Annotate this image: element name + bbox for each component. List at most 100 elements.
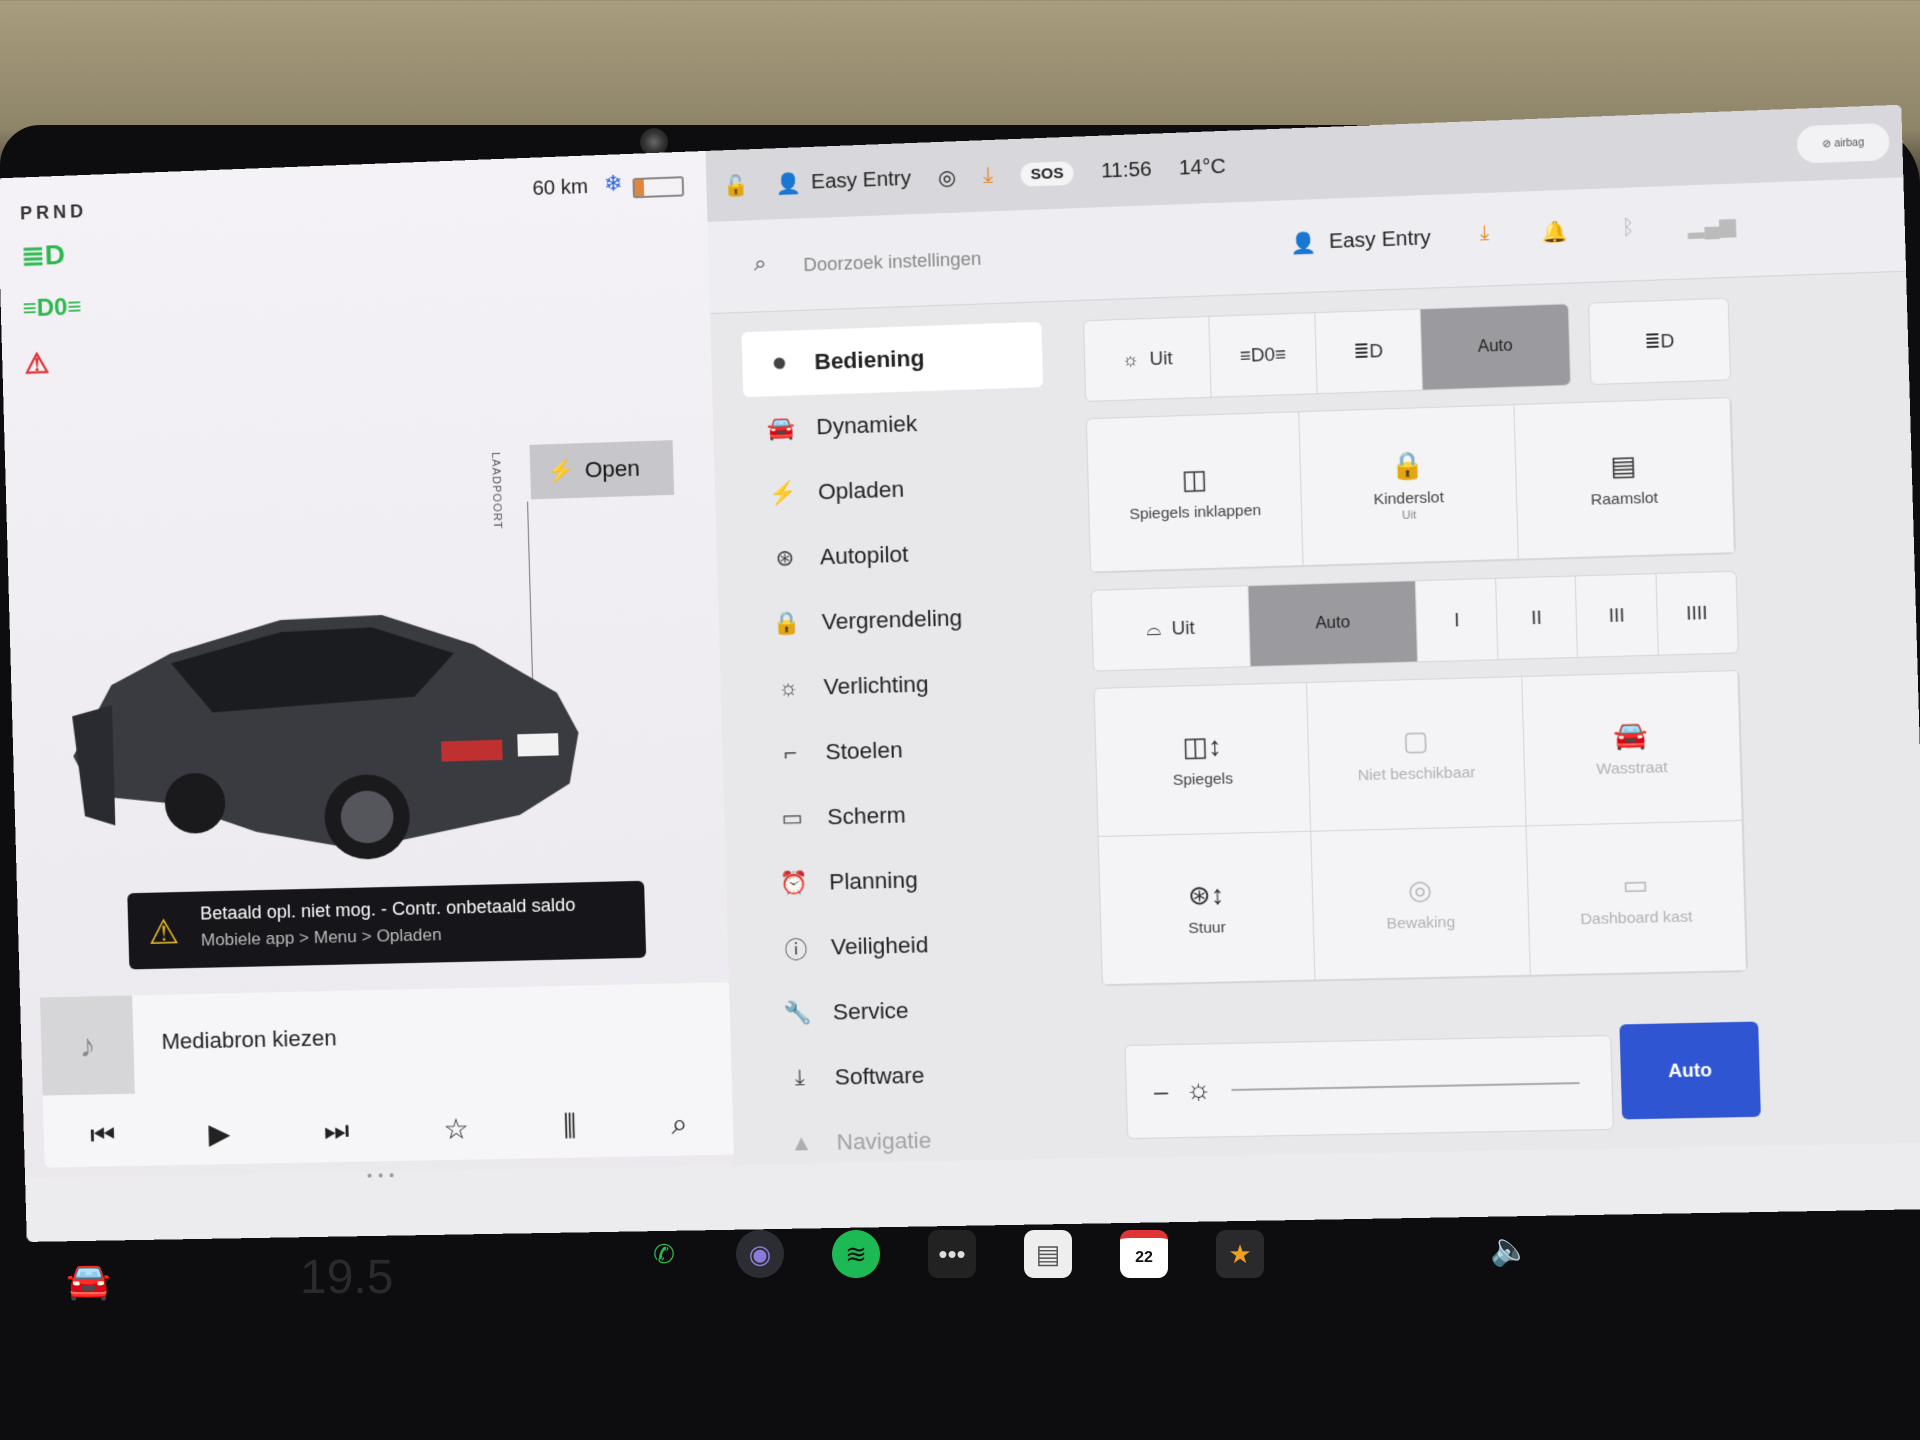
brightness-track[interactable] [1231, 1082, 1580, 1092]
toybox-icon[interactable]: ★ [1216, 1230, 1264, 1278]
profile-button[interactable]: 👤 Easy Entry [1290, 226, 1431, 257]
unlock-icon[interactable]: 🔓 [723, 172, 749, 198]
mirror-icon: ◫ [1180, 462, 1208, 495]
profile-name: Easy Entry [810, 166, 912, 194]
sentry-icon: ◎ [1407, 874, 1433, 906]
steering-wheel-icon: ⊛ [775, 544, 795, 571]
alert-title: Betaald opl. niet mog. - Contr. onbetaal… [199, 894, 576, 924]
car-wash-button[interactable]: 🚘 Wasstraat [1521, 671, 1743, 827]
phone-icon[interactable]: ✆ [640, 1230, 688, 1278]
energy-app-icon[interactable]: ▤ [1024, 1230, 1072, 1278]
auto-high-beam-button[interactable]: ≣D [1587, 297, 1732, 386]
bell-icon[interactable]: 🔔 [1542, 219, 1569, 246]
download-icon[interactable]: ⤓ [1480, 222, 1490, 248]
menu-item-bediening[interactable]: ⏺ Bediening [741, 321, 1044, 398]
lights-off-option[interactable]: ☼ Uit [1084, 316, 1212, 401]
alarm-clock-icon: ⏰ [779, 869, 809, 896]
person-icon: 👤 [774, 172, 802, 196]
wrench-icon: 🔧 [783, 999, 813, 1026]
menu-item-vergrendeling[interactable]: 🔒 Vergrendeling [749, 583, 1051, 657]
brightness-slider[interactable]: – ☼ [1124, 1034, 1614, 1140]
seatbelt-warning-icon: ⚠ [23, 347, 50, 380]
low-beam-option[interactable]: ≣D [1314, 309, 1423, 394]
window-lock-button[interactable]: ▤ Raamslot [1514, 397, 1735, 560]
gear-selector[interactable]: PRND [20, 201, 88, 225]
menu-item-dynamiek[interactable]: 🚘 Dynamiek [743, 387, 1045, 462]
next-track-icon[interactable]: ⏭ [323, 1114, 349, 1148]
menu-item-verlichting[interactable]: ☼ Verlichting [751, 648, 1053, 722]
volume-icon[interactable]: 🔈 [1490, 1230, 1530, 1268]
lights-auto-option[interactable]: Auto [1420, 304, 1571, 390]
display-icon: ▭ [781, 804, 804, 831]
previous-track-icon[interactable]: ⏮ [90, 1119, 116, 1153]
clock: 11:56 [1100, 157, 1153, 183]
adjust-mirrors-button[interactable]: ◫↕ Spiegels [1094, 683, 1312, 838]
child-lock-button[interactable]: 🔒 Kinderslot Uit [1299, 405, 1519, 567]
sos-button[interactable]: SOS [1019, 160, 1075, 187]
media-source-label[interactable]: Mediabron kiezen [161, 1025, 337, 1055]
equalizer-icon[interactable]: ⫼ [563, 1110, 577, 1144]
minus-icon: – [1153, 1077, 1169, 1106]
fold-mirrors-button[interactable]: ◫ Spiegels inklappen [1086, 412, 1304, 573]
wiper-auto-option[interactable]: Auto [1248, 581, 1419, 667]
car-icon[interactable]: 🚘 [66, 1260, 111, 1302]
snowflake-icon: ❄ [603, 170, 624, 197]
media-search-icon[interactable]: ⌕ [671, 1107, 688, 1141]
adjust-steering-button[interactable]: ⊛↕ Stuur [1098, 831, 1316, 986]
taskbar: 🚘 19.5 ✆ ◉ ≋ ••• ▤ 22 ★ 🔈 [0, 1230, 1920, 1340]
charging-alert[interactable]: ⚠ Betaald opl. niet mog. - Contr. onbeta… [127, 880, 647, 970]
menu-item-veiligheid[interactable]: ⓘ Veiligheid [758, 910, 1060, 982]
settings-search-input[interactable] [800, 226, 1201, 290]
music-note-icon: ♪ [40, 995, 135, 1096]
media-player: ♪ Mediabron kiezen ⏮ ▶ ⏭ ☆ ⫼ ⌕ [40, 982, 736, 1168]
play-icon[interactable]: ▶ [208, 1116, 231, 1150]
toggle-icon: ⏺ [773, 350, 786, 376]
menu-item-autopilot[interactable]: ⊛ Autopilot [747, 518, 1049, 592]
wiper-off-option[interactable]: ⌓ Uit [1091, 586, 1251, 671]
wiper-level-3[interactable]: III [1575, 574, 1659, 657]
glovebox-icon: ▢ [1402, 724, 1430, 757]
glovebox-button[interactable]: ▭ Dashboard kast [1526, 821, 1748, 976]
favorite-star-icon[interactable]: ☆ [443, 1112, 469, 1146]
profile-selector[interactable]: 👤 Easy Entry [775, 166, 912, 197]
menu-item-navigatie[interactable]: ▲ Navigatie [764, 1106, 1066, 1177]
camera-icon[interactable]: ◉ [736, 1230, 784, 1278]
low-beam-icon: ≣D [20, 238, 66, 272]
bolt-icon: ⚡ [546, 457, 575, 484]
spotify-icon[interactable]: ≋ [832, 1230, 880, 1278]
car-model-image[interactable] [48, 540, 603, 877]
cabin-temperature[interactable]: 19.5 [300, 1250, 393, 1305]
media-controls: ⏮ ▶ ⏭ ☆ ⫼ ⌕ [43, 1092, 736, 1168]
car-panel: PRND 60 km ❄ ≣D ≡D0≡ ⚠ LAADPOORT ⚡ Open … [0, 150, 736, 1184]
more-apps-icon[interactable]: ••• [928, 1230, 976, 1278]
menu-item-service[interactable]: 🔧 Service [760, 975, 1062, 1047]
open-charge-port-button[interactable]: ⚡ Open [529, 440, 675, 500]
wiper-level-4[interactable]: IIII [1656, 572, 1738, 655]
menu-item-software[interactable]: ⤓ Software [762, 1040, 1064, 1111]
download-icon[interactable]: ⤓ [983, 162, 994, 189]
wiper-level-1[interactable]: I [1416, 578, 1499, 662]
calendar-icon[interactable]: 22 [1120, 1230, 1168, 1278]
person-icon: 👤 [1289, 232, 1317, 256]
menu-item-planning[interactable]: ⏰ Planning [756, 844, 1058, 916]
page-dots: ••• [366, 1166, 401, 1184]
search-icon: ⌕ [753, 250, 767, 276]
brightness-auto-button[interactable]: Auto [1619, 1021, 1761, 1120]
alert-subtitle: Mobiele app > Menu > Opladen [200, 925, 442, 950]
wiper-icon: ⌓ [1146, 617, 1162, 639]
parking-lights-icon: ≡D0≡ [22, 293, 82, 323]
sentry-mode-button[interactable]: ◎ Bewaking [1311, 826, 1531, 981]
bluetooth-icon[interactable]: ᛒ [1621, 216, 1635, 242]
parking-lights-option[interactable]: ≡D0≡ [1209, 313, 1318, 397]
sentry-icon[interactable]: ◎ [938, 164, 957, 190]
wiper-level-2[interactable]: II [1495, 576, 1579, 660]
menu-item-opladen[interactable]: ⚡ Opladen [745, 452, 1047, 527]
unavailable-button: ▢ Niet beschikbaar [1307, 677, 1527, 832]
headlights-selector: ☼ Uit ≡D0≡ ≣D Auto [1082, 303, 1572, 402]
charge-port-label: LAADPOORT [488, 451, 504, 530]
menu-item-stoelen[interactable]: ⌐ Stoelen [752, 714, 1054, 787]
signal-icon: ▂▄▆ [1687, 214, 1737, 240]
app-dock: ✆ ◉ ≋ ••• ▤ 22 ★ [640, 1230, 1264, 1278]
menu-item-scherm[interactable]: ▭ Scherm [754, 779, 1056, 852]
high-beam-icon: ≣D [1644, 330, 1675, 352]
